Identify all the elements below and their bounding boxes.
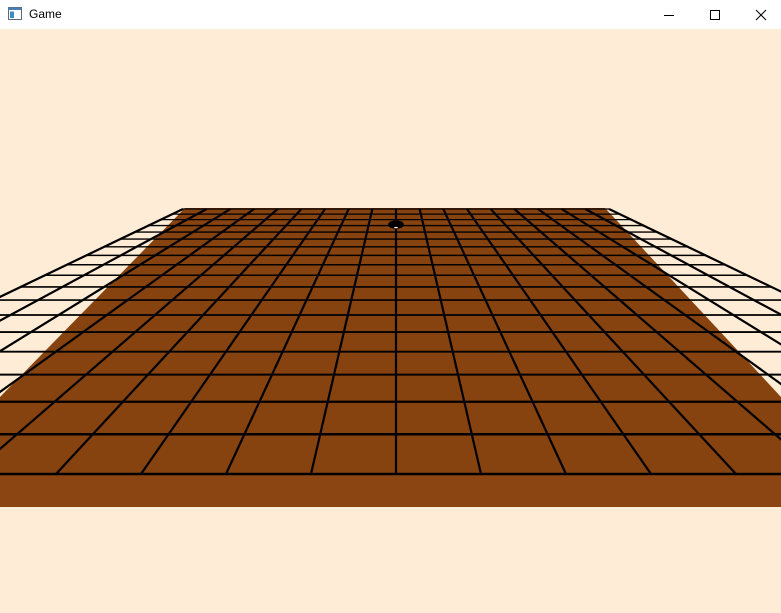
window-title: Game bbox=[29, 7, 62, 21]
maximize-icon bbox=[710, 9, 720, 20]
game-viewport[interactable] bbox=[0, 29, 781, 613]
board-top-surface bbox=[0, 208, 781, 472]
game-board-scene[interactable] bbox=[0, 29, 781, 613]
close-button[interactable] bbox=[738, 0, 781, 29]
game-window: Game bbox=[0, 0, 781, 613]
close-icon bbox=[755, 9, 767, 20]
board-front-face bbox=[0, 472, 781, 507]
title-bar[interactable]: Game bbox=[0, 0, 781, 29]
minimize-icon bbox=[664, 14, 674, 16]
go-stone-highlight bbox=[394, 226, 398, 229]
minimize-button[interactable] bbox=[646, 0, 692, 29]
maximize-button[interactable] bbox=[692, 0, 738, 29]
app-window-icon bbox=[8, 7, 22, 20]
